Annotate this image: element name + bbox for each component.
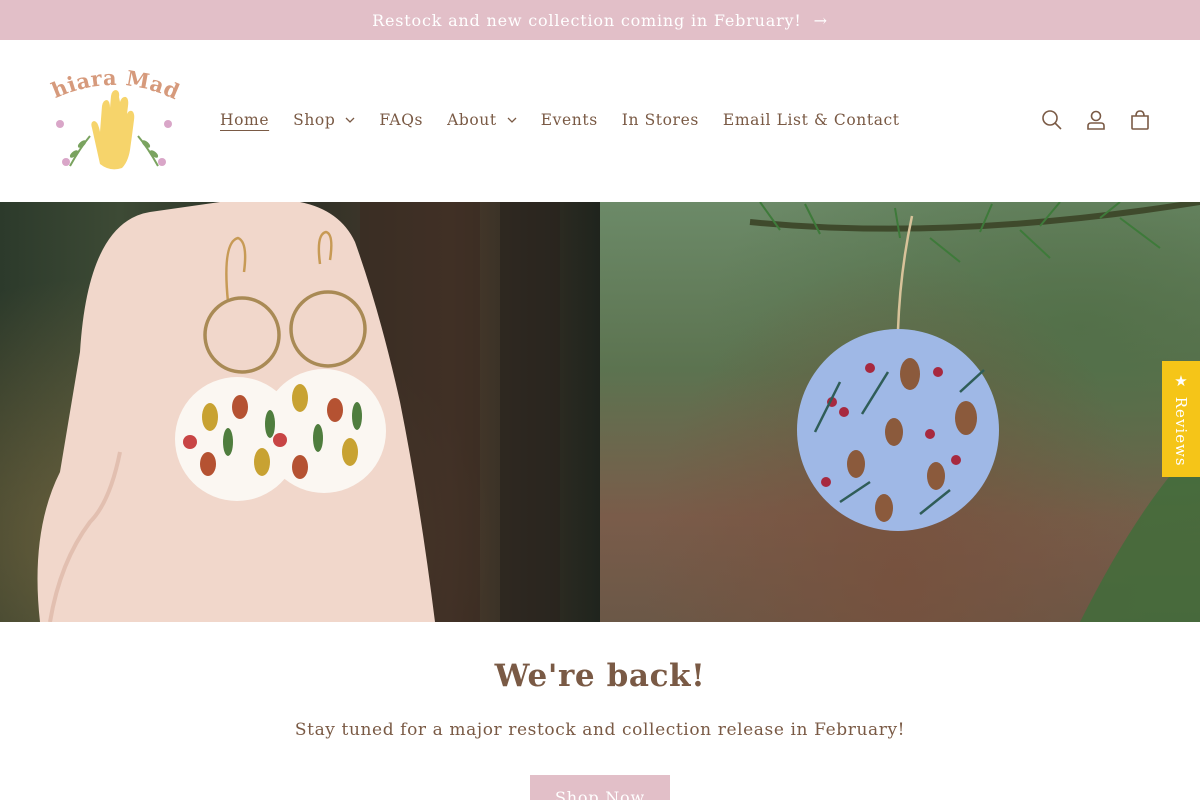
- nav-item-in-stores[interactable]: In Stores: [622, 111, 699, 129]
- header-icons: [1030, 106, 1162, 134]
- arrow-right-icon: →: [813, 10, 828, 30]
- chevron-down-icon: [345, 117, 355, 123]
- nav-label-faqs: FAQs: [379, 111, 424, 129]
- page-subheadline: Stay tuned for a major restock and colle…: [294, 720, 906, 740]
- nav-item-shop[interactable]: Shop: [293, 111, 355, 129]
- nav-label-home: Home: [220, 111, 270, 129]
- nav-item-home[interactable]: Home: [220, 111, 269, 129]
- cart-button[interactable]: [1118, 106, 1162, 134]
- cart-icon: [1131, 110, 1149, 130]
- ornament-illustration: [749, 202, 1200, 622]
- reviews-tab-label: ★ Reviews: [1172, 371, 1190, 467]
- nav-label-events: Events: [540, 111, 598, 129]
- nav-item-about[interactable]: About: [447, 111, 517, 129]
- account-icon: [1087, 110, 1105, 130]
- nav-item-faqs[interactable]: FAQs: [379, 111, 423, 129]
- earrings-photo: [0, 202, 600, 622]
- hand-earrings-illustration: [37, 202, 560, 622]
- search-button[interactable]: [1030, 106, 1074, 134]
- shop-now-button[interactable]: Shop Now: [530, 775, 670, 800]
- hand-flower-logo-icon: [56, 90, 172, 170]
- main-nav: Home Shop FAQs About Events In Stores Em…: [208, 106, 924, 134]
- page-headline: We're back!: [494, 658, 706, 694]
- reviews-tab[interactable]: ★ Reviews: [1162, 361, 1200, 477]
- hero-banner: [0, 202, 1200, 622]
- chevron-down-icon: [507, 117, 517, 123]
- announcement-bar[interactable]: Restock and new collection coming in Feb…: [0, 0, 1200, 40]
- nav-label-shop: Shop: [293, 111, 336, 129]
- logo[interactable]: Chiara Made: [46, 66, 182, 174]
- nav-item-email-contact[interactable]: Email List & Contact: [723, 111, 900, 129]
- nav-label-email-contact: Email List & Contact: [722, 111, 900, 129]
- announcement-text: Restock and new collection coming in Feb…: [372, 10, 802, 30]
- nav-item-events[interactable]: Events: [541, 111, 598, 129]
- account-button[interactable]: [1074, 106, 1118, 134]
- nav-label-about: About: [447, 111, 497, 129]
- search-icon: [1042, 110, 1062, 130]
- nav-label-in-stores: In Stores: [621, 111, 699, 129]
- ornament-photo: [600, 202, 1200, 622]
- site-header: Chiara Made Home Shop F: [0, 40, 1200, 202]
